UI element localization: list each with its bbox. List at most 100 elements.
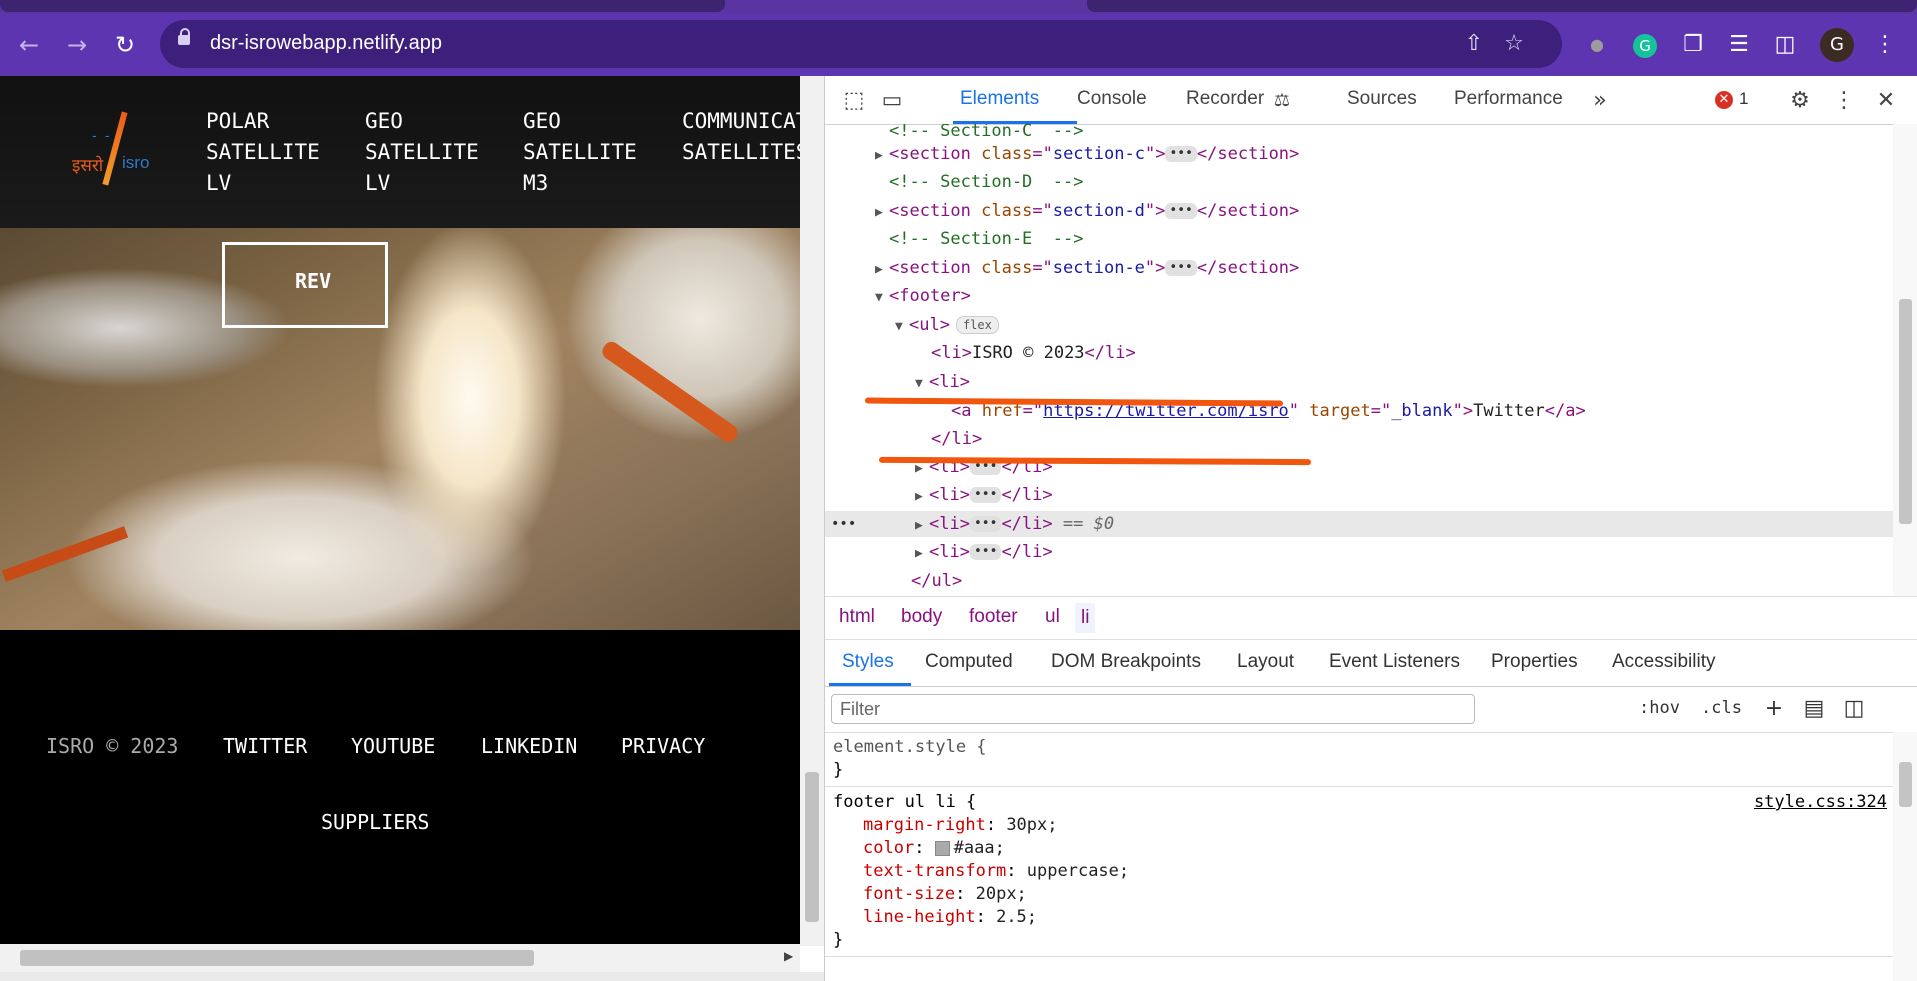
collapse-triangle-icon[interactable]: ▼ — [915, 371, 929, 397]
property-value[interactable]: #aaa; — [954, 838, 1005, 858]
close-icon[interactable]: ✕ — [1871, 86, 1901, 116]
lock-icon[interactable] — [178, 28, 190, 45]
expand-triangle-icon[interactable]: ▶ — [915, 541, 929, 567]
flex-badge[interactable]: flex — [955, 316, 999, 334]
css-declaration[interactable]: color: #aaa; — [863, 837, 1005, 860]
ellipsis-icon[interactable]: ••• — [969, 487, 1002, 503]
property-value[interactable]: 30px; — [1006, 815, 1057, 835]
ellipsis-icon[interactable]: ••• — [1165, 146, 1197, 162]
side-panel-icon[interactable]: ◫ — [1768, 28, 1802, 62]
class-value[interactable]: section-d — [1053, 201, 1145, 221]
scrollbar-thumb[interactable] — [20, 950, 534, 966]
dom-node-li[interactable]: ▶ <li> ••• </li> — [915, 482, 1053, 508]
forward-icon[interactable]: → — [60, 28, 94, 62]
nav-link-geo-satellite-m3[interactable]: GEO SATELLITE M3 — [523, 106, 637, 199]
class-toggle[interactable]: .cls — [1701, 698, 1742, 718]
reload-icon[interactable]: ↻ — [108, 28, 142, 62]
tab-computed[interactable]: Computed — [925, 651, 1013, 673]
ellipsis-icon[interactable]: ••• — [969, 544, 1002, 560]
tab-sources[interactable]: Sources — [1347, 88, 1417, 110]
site-vertical-scrollbar[interactable] — [800, 76, 824, 946]
browser-tab[interactable] — [1087, 0, 1917, 12]
dom-node-section[interactable]: ▶ <section class="section-c"> ••• </section… — [875, 141, 1299, 167]
expand-triangle-icon[interactable]: ▶ — [875, 257, 889, 283]
node-actions-ellipsis-icon[interactable]: ••• — [831, 511, 856, 537]
property-name[interactable]: margin-right — [863, 815, 986, 835]
tab-properties[interactable]: Properties — [1491, 651, 1578, 673]
breadcrumb-li[interactable]: li — [1075, 603, 1096, 633]
device-toolbar-icon[interactable]: ▭ — [877, 86, 907, 116]
property-name[interactable]: line-height — [863, 907, 976, 927]
error-count[interactable]: 1 — [1739, 89, 1748, 109]
more-tabs-chevron-icon[interactable]: » — [1585, 86, 1615, 116]
dom-node-li[interactable]: ▼ <li> — [915, 369, 970, 395]
hero-button[interactable]: REV — [222, 242, 388, 328]
back-icon[interactable]: ← — [12, 28, 46, 62]
expand-triangle-icon[interactable]: ▶ — [875, 200, 889, 226]
browser-tab[interactable] — [0, 0, 725, 12]
tab-layout[interactable]: Layout — [1237, 651, 1294, 673]
breadcrumb-ul[interactable]: ul — [1045, 606, 1060, 628]
class-value[interactable]: section-e — [1053, 258, 1145, 278]
dom-node-li-close[interactable]: </li> — [931, 426, 982, 452]
rule-selector[interactable]: footer ul li { — [833, 791, 976, 814]
settings-gear-icon[interactable]: ⚙ — [1785, 86, 1815, 116]
dom-node-li[interactable]: <li>ISRO © 2023</li> — [931, 340, 1136, 366]
expand-triangle-icon[interactable]: ▶ — [875, 143, 889, 169]
inspect-element-icon[interactable]: ⬚ — [839, 86, 869, 116]
element-style-selector[interactable]: element.style { — [833, 736, 987, 759]
isro-logo[interactable]: - - इसरो isro — [70, 111, 170, 191]
dom-node-footer[interactable]: ▼ <footer> — [875, 283, 971, 309]
extension-icon[interactable]: ● — [1580, 28, 1614, 62]
filter-input[interactable]: Filter — [831, 694, 1475, 724]
dom-node-li-selected[interactable]: ••• ▶ <li> ••• </li> == $0 — [825, 511, 1893, 537]
error-icon[interactable]: ✕ — [1715, 91, 1733, 109]
dom-node-ul-close[interactable]: </ul> — [911, 568, 962, 594]
footer-link-linkedin[interactable]: LINKEDIN — [481, 734, 577, 758]
ellipsis-icon[interactable]: ••• — [1165, 203, 1197, 219]
breadcrumb-body[interactable]: body — [901, 606, 942, 628]
grammarly-icon[interactable]: G — [1628, 28, 1662, 62]
tab-performance[interactable]: Performance — [1454, 88, 1563, 110]
extensions-puzzle-icon[interactable]: ❐ — [1676, 28, 1710, 62]
scrollbar-thumb[interactable] — [805, 772, 819, 922]
dom-node-li[interactable]: ▶ <li> ••• </li> — [915, 539, 1053, 565]
tab-event-listeners[interactable]: Event Listeners — [1329, 651, 1460, 673]
tab-styles[interactable]: Styles — [842, 651, 894, 673]
tab-accessibility[interactable]: Accessibility — [1612, 651, 1715, 673]
property-name[interactable]: font-size — [863, 884, 955, 904]
add-rule-plus-icon[interactable]: + — [1759, 694, 1789, 724]
tab-console[interactable]: Console — [1077, 88, 1147, 110]
dom-node-section[interactable]: ▶ <section class="section-d"> ••• </section… — [875, 198, 1299, 224]
nav-link-polar-satellite-lv[interactable]: POLAR SATELLITE LV — [206, 106, 320, 199]
breadcrumb-html[interactable]: html — [839, 606, 875, 628]
avatar[interactable]: G — [1820, 28, 1854, 62]
scrollbar-thumb[interactable] — [1899, 762, 1912, 807]
media-queue-icon[interactable]: ☰ — [1722, 28, 1756, 62]
ellipsis-icon[interactable]: ••• — [1165, 260, 1197, 276]
paint-roller-icon[interactable]: ▤ — [1799, 694, 1829, 724]
rule-source-link[interactable]: style.css:324 — [1754, 791, 1887, 814]
bookmark-star-icon[interactable]: ☆ — [1500, 30, 1528, 58]
collapse-triangle-icon[interactable]: ▼ — [895, 314, 909, 340]
footer-link-youtube[interactable]: YOUTUBE — [351, 734, 435, 758]
share-icon[interactable]: ⇧ — [1460, 30, 1488, 58]
class-value[interactable]: section-c — [1053, 144, 1145, 164]
footer-link-twitter[interactable]: TWITTER — [223, 734, 307, 758]
property-value[interactable]: 20px; — [976, 884, 1027, 904]
dom-node-comment[interactable]: <!-- Section-E --> — [889, 226, 1083, 252]
dom-node-section[interactable]: ▶ <section class="section-e"> ••• </section… — [875, 255, 1299, 281]
tab-elements[interactable]: Elements — [960, 88, 1039, 110]
nav-link-geo-satellite-lv[interactable]: GEO SATELLITE LV — [365, 106, 479, 199]
property-name[interactable]: text-transform — [863, 861, 1006, 881]
css-declaration[interactable]: margin-right: 30px; — [863, 814, 1058, 837]
breadcrumb-footer[interactable]: footer — [969, 606, 1018, 628]
site-horizontal-scrollbar[interactable]: ▶ — [0, 944, 800, 972]
dom-node-comment[interactable]: <!-- Section-D --> — [889, 169, 1083, 195]
styles-scrollbar[interactable] — [1893, 732, 1917, 981]
tab-dom-breakpoints[interactable]: DOM Breakpoints — [1051, 651, 1201, 673]
property-value[interactable]: uppercase; — [1027, 861, 1129, 881]
tab-recorder[interactable]: Recorder — [1186, 88, 1264, 110]
url-text[interactable]: dsr-isrowebapp.netlify.app — [210, 32, 442, 55]
dom-tree-scrollbar[interactable] — [1893, 124, 1917, 596]
